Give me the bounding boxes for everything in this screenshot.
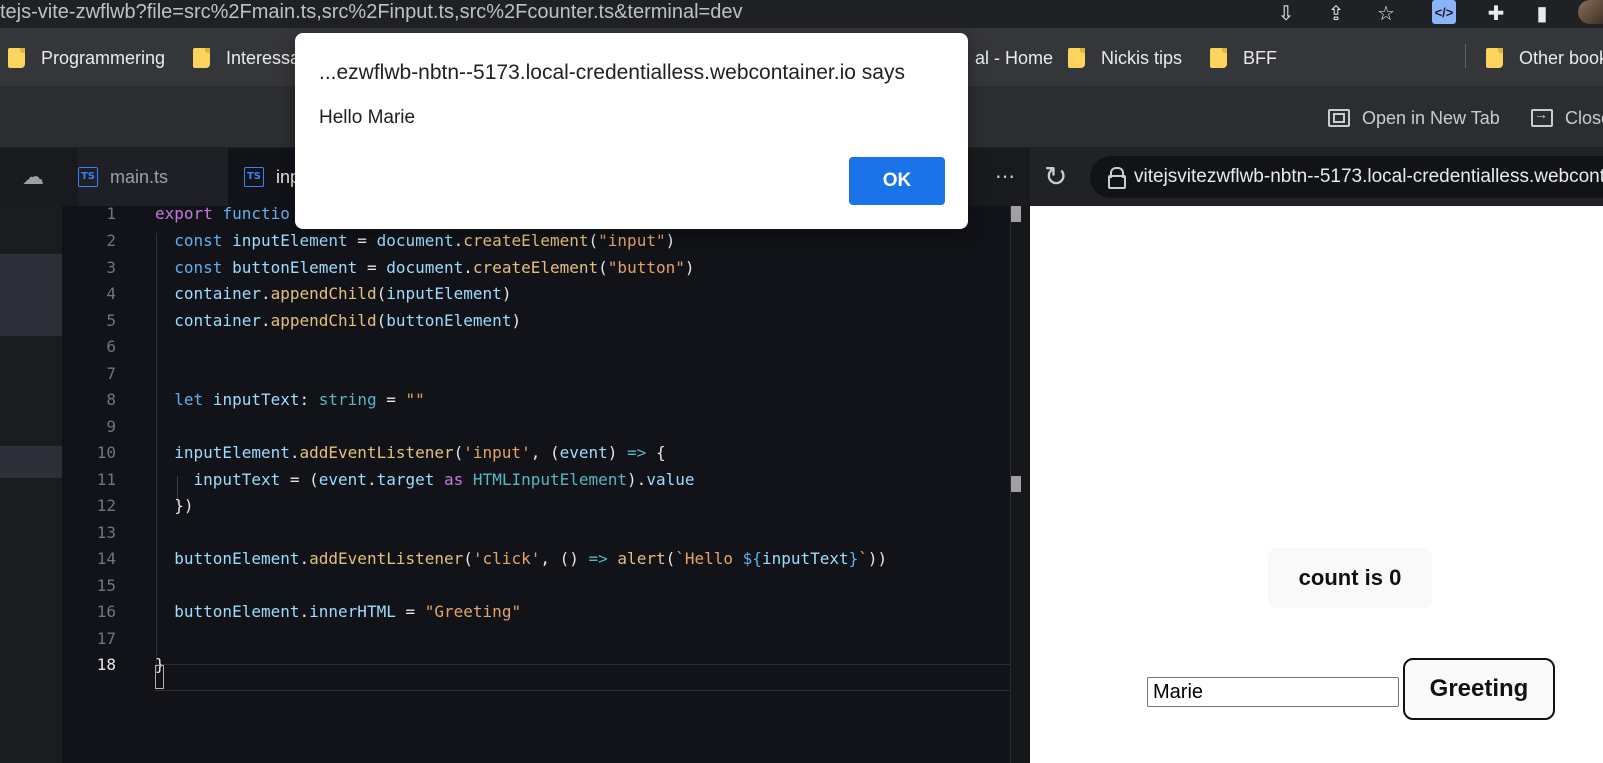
scrollbar-mark (1011, 476, 1021, 492)
bookmarks-divider (1465, 44, 1466, 68)
devtools-extension-icon[interactable]: </> (1432, 0, 1456, 24)
code-line[interactable]: 3 const buttonElement = document.createE… (62, 254, 1030, 281)
folder-icon (1486, 48, 1503, 68)
address-url[interactable]: tejs-vite-zwflwb?file=src%2Fmain.ts,src%… (0, 0, 742, 26)
bookmark-label: Nickis tips (1101, 47, 1183, 68)
code-editor[interactable]: 1 export functio 2 const inputElement = d… (62, 206, 1030, 763)
bookmark-folder[interactable]: BFF (1210, 46, 1277, 70)
alert-message: Hello Marie (319, 107, 416, 128)
lock-icon (1108, 167, 1126, 189)
code-line[interactable]: 10 inputElement.addEventListener('input'… (62, 439, 1030, 466)
bookmark-folder[interactable]: Interessa (193, 46, 300, 70)
preview-pane: count is 0 Greeting (1030, 206, 1603, 763)
code-line[interactable]: 12 }) (62, 492, 1030, 519)
sidepanel-icon[interactable]: ▮ (1528, 0, 1556, 26)
bookmark-other[interactable]: Other book (1486, 46, 1603, 70)
preview-url-field[interactable]: vitejsvitezwflwb-nbtn--5173.local-creden… (1090, 156, 1603, 198)
greeting-button[interactable]: Greeting (1403, 658, 1555, 720)
bookmark-label: BFF (1243, 47, 1277, 68)
code-line[interactable]: 6 (62, 333, 1030, 360)
name-input[interactable] (1147, 677, 1399, 707)
scrollbar-mark (1011, 206, 1021, 222)
activity-bar (0, 206, 62, 763)
code-line[interactable]: 11 inputText = (event.target as HTMLInpu… (62, 466, 1030, 493)
tab-main-ts[interactable]: TS main.ts (78, 148, 228, 206)
count-button[interactable]: count is 0 (1268, 548, 1432, 608)
code-line[interactable]: 4 container.appendChild(inputElement) (62, 280, 1030, 307)
preview-toolbar: ↻ vitejsvitezwflwb-nbtn--5173.local-cred… (1030, 148, 1603, 206)
bookmark-label: Interessa (226, 47, 301, 68)
star-icon[interactable]: ☆ (1372, 0, 1400, 26)
bookmark-label: Programmering (41, 47, 166, 68)
code-line[interactable]: 15 (62, 572, 1030, 599)
ok-button[interactable]: OK (849, 157, 945, 205)
code-line[interactable]: 18} (62, 651, 1030, 678)
code-line[interactable]: 14 buttonElement.addEventListener('click… (62, 545, 1030, 572)
code-line[interactable]: 16 buttonElement.innerHTML = "Greeting" (62, 598, 1030, 625)
more-actions-icon[interactable]: ⋯ (995, 164, 1015, 189)
editor-scrollbar[interactable] (1010, 206, 1030, 763)
folder-icon (1068, 48, 1085, 68)
close-label: Close (1565, 107, 1603, 128)
code-line[interactable]: 8 let inputText: string = "" (62, 386, 1030, 413)
alert-title: ...ezwflwb-nbtn--5173.local-credentialle… (319, 61, 905, 84)
folder-icon (193, 48, 210, 68)
code-line[interactable]: 2 const inputElement = document.createEl… (62, 227, 1030, 254)
close-preview-button[interactable]: Close (1531, 106, 1603, 130)
bookmark-label: Other book (1519, 47, 1603, 68)
alert-dialog: ...ezwflwb-nbtn--5173.local-credentialle… (295, 33, 968, 229)
open-new-tab-button[interactable]: Open in New Tab (1328, 106, 1500, 130)
cloud-download-icon[interactable]: ☁ (20, 164, 46, 190)
code-line[interactable]: 17 (62, 625, 1030, 652)
code-line[interactable]: 7 (62, 360, 1030, 387)
activity-item[interactable] (0, 254, 62, 336)
avatar[interactable] (1578, 0, 1603, 24)
bookmark-folder[interactable]: Nickis tips (1068, 46, 1182, 70)
bookmark-label: al - Home (975, 47, 1054, 68)
bookmark-folder[interactable]: al - Home (975, 46, 1053, 70)
bookmark-folder[interactable]: Programmering (8, 46, 165, 70)
typescript-icon: TS (244, 167, 264, 187)
share-icon[interactable]: ⇪ (1322, 0, 1350, 26)
tab-label: main.ts (110, 166, 169, 187)
typescript-icon: TS (78, 167, 98, 187)
browser-address-bar[interactable]: tejs-vite-zwflwb?file=src%2Fmain.ts,src%… (0, 0, 1603, 28)
install-icon[interactable]: ⇩ (1272, 0, 1300, 26)
puzzle-icon[interactable]: ✚ (1482, 0, 1510, 26)
reload-icon[interactable]: ↻ (1044, 160, 1067, 193)
activity-item[interactable] (0, 446, 62, 478)
code-line[interactable]: 9 (62, 413, 1030, 440)
folder-icon (1210, 48, 1227, 68)
text-cursor (155, 665, 164, 689)
open-new-tab-label: Open in New Tab (1362, 107, 1500, 128)
folder-icon (8, 48, 25, 68)
exit-icon (1531, 106, 1553, 127)
code-line[interactable]: 13 (62, 519, 1030, 546)
preview-url[interactable]: vitejsvitezwflwb-nbtn--5173.local-creden… (1134, 166, 1603, 188)
new-window-icon (1328, 109, 1350, 127)
code-line[interactable]: 5 container.appendChild(buttonElement) (62, 307, 1030, 334)
